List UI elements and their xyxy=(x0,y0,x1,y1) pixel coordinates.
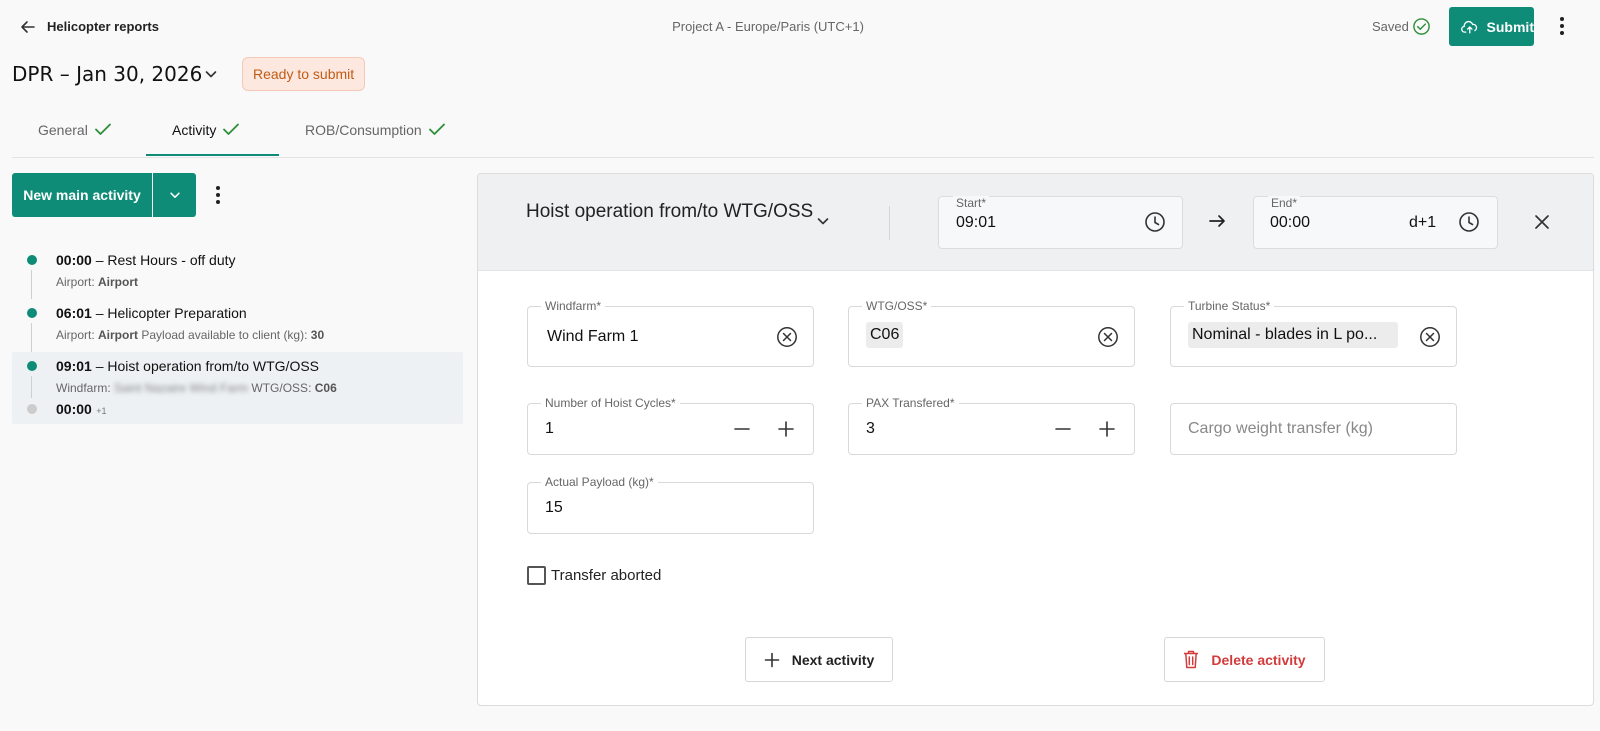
chevron-down-icon xyxy=(169,192,180,198)
submit-label: Submit xyxy=(1486,18,1534,35)
tabs-divider xyxy=(12,157,1594,158)
timeline-item-selected[interactable]: 09:01 – Hoist operation from/to WTG/OSS … xyxy=(12,343,463,424)
windfarm-label: Windfarm* xyxy=(541,299,606,313)
activity-type-select[interactable]: Hoist operation from/to WTG/OSS xyxy=(526,199,816,224)
timeline-item-subtitle: Airport: Airport xyxy=(56,275,139,289)
wtg-oss-field[interactable]: WTG/OSS* C06 xyxy=(848,299,1135,367)
clear-icon[interactable] xyxy=(1419,326,1441,348)
cargo-weight-placeholder: Cargo weight transfer (kg) xyxy=(1188,420,1373,437)
timeline-end-time: 00:00 +1 xyxy=(56,401,107,417)
transfer-aborted-label: Transfer aborted xyxy=(551,567,662,584)
end-day-offset: d+1 xyxy=(1409,214,1437,231)
timeline-item-title: 06:01 – Helicopter Preparation xyxy=(56,305,247,321)
next-activity-label: Next activity xyxy=(791,651,875,668)
timeline-item[interactable]: 06:01 – Helicopter Preparation Airport: … xyxy=(12,287,463,343)
next-activity-button[interactable]: Next activity xyxy=(745,637,893,682)
tab-label: Activity xyxy=(172,122,217,138)
check-icon xyxy=(428,123,445,135)
timeline-dot xyxy=(27,361,37,371)
turbine-status-field[interactable]: Turbine Status* Nominal - blades in L po… xyxy=(1170,299,1457,367)
clock-icon[interactable] xyxy=(1458,211,1480,233)
end-label: End* xyxy=(1268,196,1301,210)
blurred-windfarm: Saint Nazaire Wind Farm xyxy=(114,381,249,395)
new-main-activity-button[interactable]: New main activity xyxy=(12,173,152,217)
sidebar-more-icon[interactable] xyxy=(213,184,223,206)
cargo-weight-field[interactable]: Cargo weight transfer (kg) xyxy=(1170,403,1457,455)
new-main-activity-dropdown[interactable] xyxy=(153,173,196,217)
timeline-dot xyxy=(27,308,37,318)
timeline-dot xyxy=(27,255,37,265)
more-options-icon[interactable] xyxy=(1556,15,1568,37)
timeline-line xyxy=(31,343,32,352)
clock-icon[interactable] xyxy=(1144,211,1166,233)
hoist-cycles-field[interactable]: Number of Hoist Cycles* 1 xyxy=(527,396,814,455)
pax-transfered-field[interactable]: PAX Transfered* 3 xyxy=(848,396,1135,455)
windfarm-value: Wind Farm 1 xyxy=(547,328,639,345)
timeline-item-subtitle: Windfarm: Saint Nazaire Wind Farm WTG/OS… xyxy=(56,381,337,395)
actual-payload-field[interactable]: Actual Payload (kg)* 15 xyxy=(527,475,814,534)
windfarm-field[interactable]: Windfarm* Wind Farm 1 xyxy=(527,299,814,367)
plus-icon[interactable] xyxy=(777,420,795,438)
cloud-upload-icon xyxy=(1461,20,1478,34)
submit-button[interactable]: Submit xyxy=(1449,7,1534,46)
clear-icon[interactable] xyxy=(1097,326,1119,348)
status-badge: Ready to submit xyxy=(242,57,366,91)
wtg-oss-chip: C06 xyxy=(866,322,904,348)
project-info: Project A - Europe/Paris (UTC+1) xyxy=(672,19,864,34)
actual-payload-label: Actual Payload (kg)* xyxy=(541,475,658,489)
header-divider xyxy=(889,206,890,240)
start-value: 09:01 xyxy=(956,214,997,231)
plus-icon[interactable] xyxy=(1098,420,1116,438)
tab-rob-consumption[interactable]: ROB/Consumption xyxy=(305,118,446,158)
transfer-aborted-checkbox[interactable] xyxy=(527,566,546,585)
timeline-item-title: 09:01 – Hoist operation from/to WTG/OSS xyxy=(56,358,320,374)
close-icon[interactable] xyxy=(1533,213,1551,231)
tab-general[interactable]: General xyxy=(38,118,112,158)
clear-icon[interactable] xyxy=(776,326,798,348)
tab-label: ROB/Consumption xyxy=(305,122,422,138)
timeline-line xyxy=(31,323,32,343)
turbine-status-label: Turbine Status* xyxy=(1184,299,1275,313)
turbine-status-chip: Nominal - blades in L po... xyxy=(1188,322,1398,348)
timeline-item[interactable]: 00:00 – Rest Hours - off duty Airport: A… xyxy=(12,246,463,290)
end-time-field[interactable]: End* 00:00 d+1 xyxy=(1253,196,1498,249)
tab-label: General xyxy=(38,122,88,138)
timeline-line xyxy=(31,376,32,398)
timeline-end-dot xyxy=(27,404,37,414)
check-icon xyxy=(94,123,111,135)
pax-transfered-value: 3 xyxy=(866,420,875,437)
tab-activity[interactable]: Activity xyxy=(172,118,240,158)
hoist-cycles-value: 1 xyxy=(545,420,554,437)
end-value: 00:00 xyxy=(1270,214,1311,231)
saved-status: Saved xyxy=(1372,19,1409,34)
start-time-field[interactable]: Start* 09:01 xyxy=(938,196,1183,249)
trash-icon xyxy=(1184,650,1199,669)
check-icon xyxy=(223,123,240,135)
check-circle-icon xyxy=(1413,18,1430,35)
pax-transfered-label: PAX Transfered* xyxy=(862,396,959,410)
actual-payload-value: 15 xyxy=(545,499,563,516)
report-title: DPR – Jan 30, 2026 xyxy=(12,62,203,86)
minus-icon[interactable] xyxy=(1054,420,1072,438)
chevron-down-icon[interactable] xyxy=(815,213,831,229)
delete-activity-button[interactable]: Delete activity xyxy=(1164,637,1325,682)
timeline-line xyxy=(31,287,32,299)
delete-activity-label: Delete activity xyxy=(1211,651,1306,668)
minus-icon[interactable] xyxy=(733,420,751,438)
start-label: Start* xyxy=(953,196,990,210)
timeline-item-subtitle: Airport: Airport Payload available to cl… xyxy=(56,328,325,342)
chevron-down-icon[interactable] xyxy=(203,66,219,82)
arrow-right-icon xyxy=(1209,215,1225,227)
timeline-item-title: 00:00 – Rest Hours - off duty xyxy=(56,252,236,268)
wtg-oss-label: WTG/OSS* xyxy=(862,299,932,313)
active-tab-indicator xyxy=(146,154,279,156)
hoist-cycles-label: Number of Hoist Cycles* xyxy=(541,396,680,410)
plus-icon xyxy=(764,652,780,667)
